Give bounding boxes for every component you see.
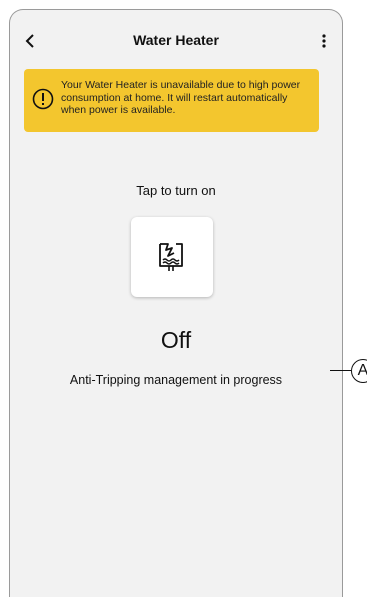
warning-banner: Your Water Heater is unavailable due to … [24,69,319,132]
water-heater-unavailable-icon [159,243,183,271]
callout-leader-line [330,370,351,371]
power-state: Off [160,327,192,353]
power-toggle-tile[interactable] [131,217,213,297]
more-options-button[interactable] [320,32,328,50]
tap-prompt: Tap to turn on [136,183,216,198]
warning-icon [32,88,54,110]
warning-message: Your Water Heater is unavailable due to … [61,79,301,116]
callout-marker: A [351,359,367,383]
page-title: Water Heater [133,32,219,48]
anti-tripping-note: Anti-Tripping management in progress [69,373,283,387]
header: Water Heater [10,10,342,62]
more-vertical-icon [322,34,326,48]
app-screen: Water Heater Your Water Heater is unavai… [9,9,343,597]
